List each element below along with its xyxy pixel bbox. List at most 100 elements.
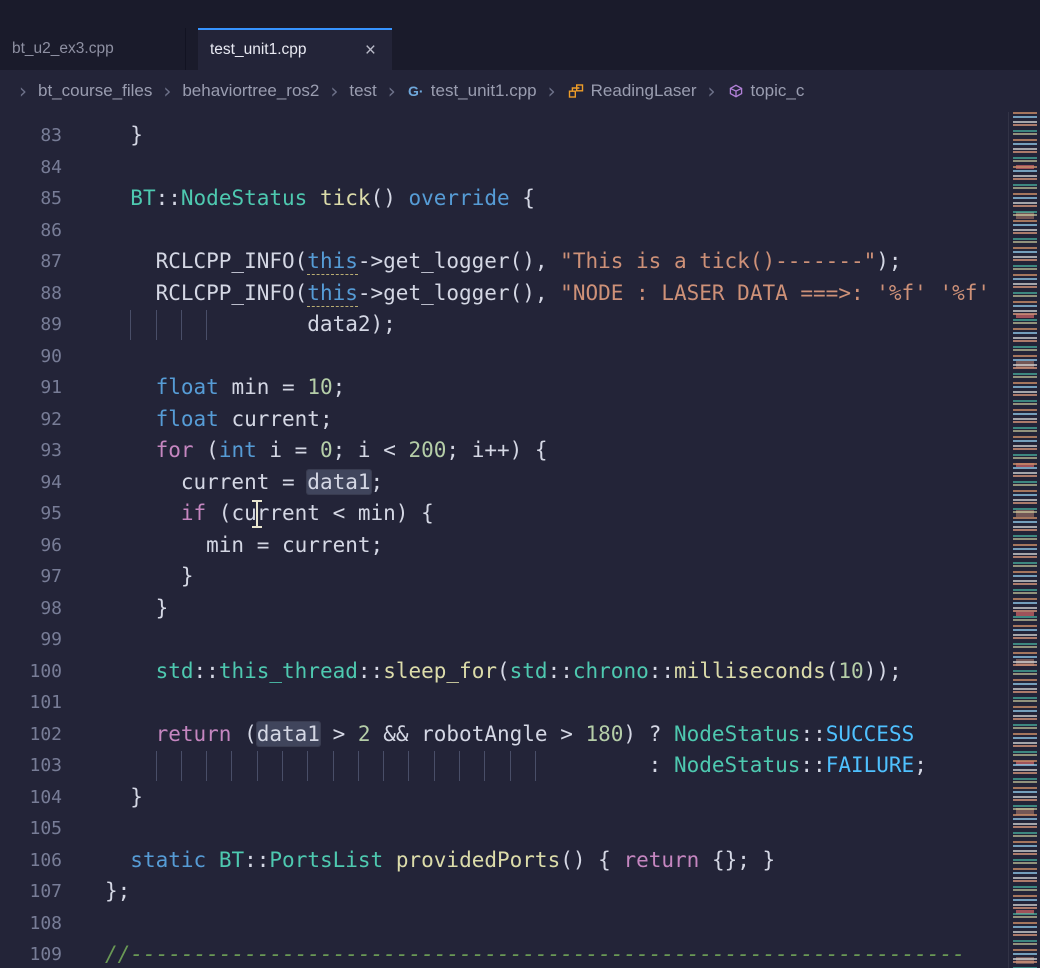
code-token: min = current; [105,533,383,557]
line-number[interactable]: 85 [0,183,62,215]
code-text: //--------------------------------------… [105,939,965,968]
code-line[interactable]: 106 static BT::PortsList providedPorts()… [0,845,1008,877]
code-line[interactable]: 107}; [0,876,1008,908]
code-token: //--------------------------------------… [105,942,965,966]
line-number[interactable]: 95 [0,498,62,530]
code-token: this_thread [219,659,358,683]
line-number[interactable]: 92 [0,404,62,436]
code-line[interactable]: 99 [0,624,1008,656]
code-token: { [510,186,535,210]
tab-bt-u2-ex3[interactable]: bt_u2_ex3.cpp [0,28,186,70]
code-token: return [623,848,699,872]
breadcrumb-item[interactable]: behaviortree_ros2 [182,81,319,101]
code-line[interactable]: 88 RCLCPP_INFO(this->get_logger(), "NODE… [0,278,1008,310]
line-number[interactable]: 98 [0,593,62,625]
line-number[interactable]: 105 [0,813,62,845]
code-text: } [105,593,168,625]
line-number[interactable]: 90 [0,341,62,373]
indent-guide-icon [408,751,409,781]
code-line[interactable]: 93 for (int i = 0; i < 200; i++) { [0,435,1008,467]
breadcrumb-item[interactable]: test [349,81,376,101]
line-number[interactable]: 84 [0,152,62,184]
code-line[interactable]: 101 [0,687,1008,719]
code-token: current = [105,470,307,494]
code-token: :: [194,659,219,683]
tab-test-unit1[interactable]: test_unit1.cpp × [198,28,392,70]
code-text: if (current < min) { [105,498,434,530]
code-line[interactable]: 90 [0,341,1008,373]
code-text: }; [105,876,130,908]
code-line[interactable]: 97 } [0,561,1008,593]
line-number[interactable]: 109 [0,939,62,968]
line-number[interactable]: 100 [0,656,62,688]
code-line[interactable]: 100 std::this_thread::sleep_for(std::chr… [0,656,1008,688]
code-token: ; i < [333,438,409,462]
code-line[interactable]: 102 return (data1 > 2 && robotAngle > 18… [0,719,1008,751]
code-token: } [105,785,143,809]
line-number[interactable]: 86 [0,215,62,247]
line-number[interactable]: 87 [0,246,62,278]
line-number[interactable]: 107 [0,876,62,908]
code-text: RCLCPP_INFO(this->get_logger(), "This is… [105,246,902,278]
close-icon[interactable]: × [361,39,380,62]
minimap[interactable] [1008,112,1040,968]
code-token: BT [130,186,155,210]
line-number[interactable]: 108 [0,908,62,940]
line-number[interactable]: 104 [0,782,62,814]
line-number[interactable]: 88 [0,278,62,310]
code-line[interactable]: 103 : NodeStatus::FAILURE; [0,750,1008,782]
code-line[interactable]: 87 RCLCPP_INFO(this->get_logger(), "This… [0,246,1008,278]
code-line[interactable]: 104 } [0,782,1008,814]
indent-guide-icon [156,310,157,340]
line-number[interactable]: 99 [0,624,62,656]
code-lines[interactable]: 83 }8485 BT::NodeStatus tick() override … [0,112,1008,968]
code-line[interactable]: 96 min = current; [0,530,1008,562]
editor-surface[interactable]: 83 }8485 BT::NodeStatus tick() override … [0,112,1040,968]
code-token: :: [800,722,825,746]
breadcrumb-item[interactable]: topic_c [727,81,805,101]
code-line[interactable]: 89 data2); [0,309,1008,341]
code-line[interactable]: 84 [0,152,1008,184]
code-line[interactable]: 95 if (current < min) { [0,498,1008,530]
code-line[interactable]: 86 [0,215,1008,247]
code-token: return [156,722,232,746]
code-token: milliseconds [674,659,826,683]
code-line[interactable]: 83 } [0,120,1008,152]
breadcrumb-item[interactable]: bt_course_files [38,81,152,101]
line-number[interactable]: 96 [0,530,62,562]
code-line[interactable]: 91 float min = 10; [0,372,1008,404]
code-line[interactable]: 92 float current; [0,404,1008,436]
line-number[interactable]: 91 [0,372,62,404]
code-token [105,659,156,683]
line-number[interactable]: 103 [0,750,62,782]
breadcrumb-item[interactable]: ReadingLaser [567,81,697,101]
code-token: && robotAngle > [371,722,586,746]
code-line[interactable]: 94 current = data1; [0,467,1008,499]
code-token: override [409,186,510,210]
code-token: if [181,501,206,525]
chevron-right-icon: › [163,79,171,103]
line-number[interactable]: 94 [0,467,62,499]
code-line[interactable]: 109 //-----------------------------------… [0,939,1008,968]
line-number[interactable]: 83 [0,120,62,152]
code-token: ( [826,659,839,683]
breadcrumb-label: test_unit1.cpp [431,81,537,101]
breadcrumb-item[interactable]: G·test_unit1.cpp [407,81,537,101]
code-token: std [156,659,194,683]
line-number[interactable]: 106 [0,845,62,877]
code-token: :: [649,659,674,683]
code-line[interactable]: 98 } [0,593,1008,625]
code-line[interactable]: 85 BT::NodeStatus tick() override { [0,183,1008,215]
code-line[interactable]: 108 [0,908,1008,940]
line-number[interactable]: 101 [0,687,62,719]
line-number[interactable]: 102 [0,719,62,751]
line-number[interactable]: 89 [0,309,62,341]
code-token: ( [497,659,510,683]
code-text: } [105,120,143,152]
line-number[interactable]: 97 [0,561,62,593]
code-token [206,848,219,872]
indent-guide-icon [282,751,283,781]
code-text: data2); [105,309,396,341]
code-line[interactable]: 105 [0,813,1008,845]
line-number[interactable]: 93 [0,435,62,467]
